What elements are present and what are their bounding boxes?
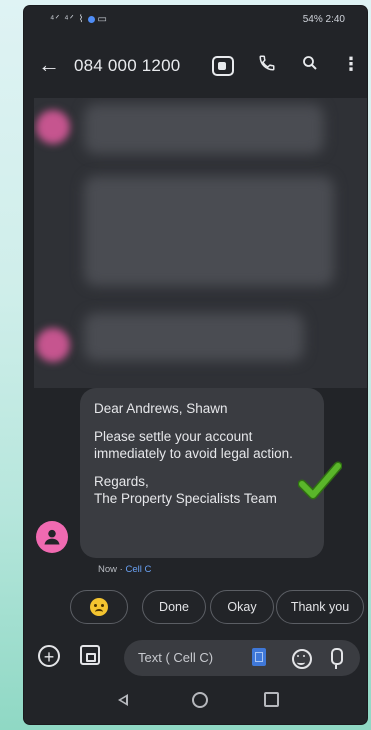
app-bar: ← 084 000 1200 ⋮ xyxy=(24,46,367,88)
search-icon[interactable] xyxy=(301,54,319,77)
add-icon[interactable]: + xyxy=(38,645,60,667)
mic-icon[interactable] xyxy=(331,648,343,669)
avatar[interactable] xyxy=(36,521,68,553)
status-battery-time: 54% 2:40 xyxy=(302,14,345,25)
smart-reply-row: Done Okay Thank you xyxy=(24,590,367,626)
nav-recents-icon[interactable] xyxy=(264,692,279,707)
more-vert-icon[interactable]: ⋮ xyxy=(342,54,360,75)
nav-home-icon[interactable] xyxy=(192,692,208,708)
blurred-avatar xyxy=(36,328,70,362)
nav-back-icon[interactable] xyxy=(118,694,128,706)
video-call-icon[interactable] xyxy=(212,56,234,76)
phone-icon[interactable] xyxy=(258,54,276,77)
message-input-placeholder: Text ( Cell C) xyxy=(138,650,214,665)
conversation-title: 084 000 1200 xyxy=(74,56,181,75)
status-bar: ⁴ᐟ ⁴ᐟ ⌇ ▭ 54% 2:40 xyxy=(24,6,367,34)
blurred-bubble xyxy=(84,104,324,154)
checkmark-icon xyxy=(298,461,342,500)
sad-face-icon xyxy=(90,598,108,616)
back-arrow-icon[interactable]: ← xyxy=(38,52,60,78)
message-greeting: Dear Andrews, Shawn xyxy=(94,401,228,416)
message-meta: Now · Cell C xyxy=(98,564,152,575)
gallery-icon[interactable] xyxy=(80,645,100,665)
emoji-reply-chip[interactable] xyxy=(70,590,128,624)
phone-screen: ⁴ᐟ ⁴ᐟ ⌇ ▭ 54% 2:40 ← 084 000 1200 ⋮ Dear … xyxy=(24,6,367,724)
system-nav-bar xyxy=(24,684,367,724)
person-icon xyxy=(44,529,60,545)
message-carrier: Cell C xyxy=(125,564,152,575)
emoji-icon[interactable] xyxy=(292,649,312,669)
reply-chip-thank-you[interactable]: Thank you xyxy=(276,590,364,624)
composer: + Text ( Cell C) xyxy=(24,636,367,680)
blurred-messages xyxy=(34,98,367,388)
blurred-avatar xyxy=(36,110,70,144)
reply-chip-done[interactable]: Done xyxy=(142,590,206,624)
blurred-bubble xyxy=(84,176,334,286)
message-body: Please settle your account immediately t… xyxy=(94,429,293,461)
notification-dot-icon xyxy=(87,15,95,23)
message-time: Now xyxy=(98,564,118,575)
status-signal-icons: ⁴ᐟ ⁴ᐟ ⌇ ▭ xyxy=(50,14,108,25)
sim-card-icon[interactable] xyxy=(252,648,266,666)
reply-chip-okay[interactable]: Okay xyxy=(210,590,274,624)
blurred-bubble xyxy=(84,313,304,361)
message-input[interactable]: Text ( Cell C) xyxy=(124,640,360,676)
message-bubble[interactable]: Dear Andrews, Shawn Please settle your a… xyxy=(80,388,324,558)
message-signoff: Regards, The Property Specialists Team xyxy=(94,474,277,506)
